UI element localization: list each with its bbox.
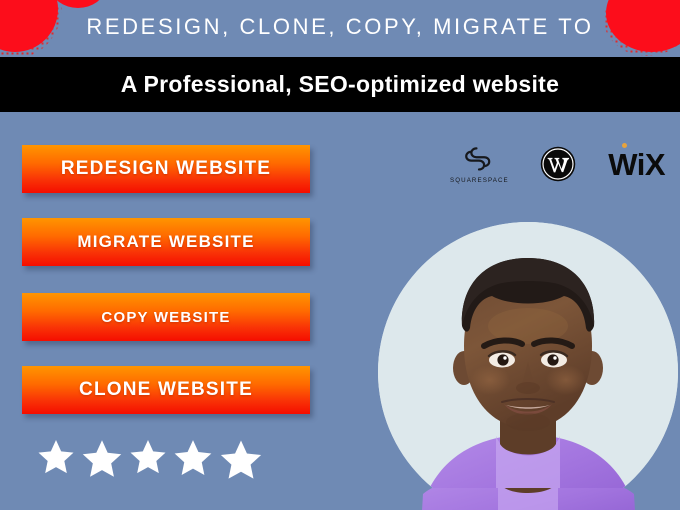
wordpress-glyph xyxy=(541,146,576,182)
star-icon xyxy=(82,440,122,477)
gig-thumbnail-canvas: REDESIGN, CLONE, COPY, MIGRATE TO A Prof… xyxy=(0,0,680,510)
wix-logo: WiX xyxy=(608,149,665,180)
wix-logo-text: WiX xyxy=(608,146,665,182)
star-icon xyxy=(38,440,74,474)
headline: REDESIGN, CLONE, COPY, MIGRATE TO xyxy=(86,14,594,39)
portrait-clip xyxy=(378,222,678,510)
portrait-shoulders-overflow xyxy=(422,488,635,510)
squarespace-glyph xyxy=(465,147,491,171)
star-icon xyxy=(174,440,212,475)
wordpress-logo xyxy=(540,146,576,182)
star-rating xyxy=(36,437,264,483)
portrait-illustration xyxy=(378,222,678,510)
platform-logos: SQUARESPACE WiX xyxy=(450,136,665,192)
redesign-website-button[interactable]: REDESIGN WEBSITE xyxy=(22,145,310,193)
wix-logo-dot xyxy=(622,143,627,148)
squarespace-logo: SQUARESPACE xyxy=(450,144,509,184)
squarespace-logo-label: SQUARESPACE xyxy=(450,177,509,184)
copy-website-button[interactable]: COPY WEBSITE xyxy=(22,293,310,341)
star-icon xyxy=(220,440,262,479)
migrate-website-button[interactable]: MIGRATE WEBSITE xyxy=(22,218,310,266)
profile-photo xyxy=(378,222,678,510)
subtitle-band: A Professional, SEO-optimized website xyxy=(0,57,680,112)
clone-website-button[interactable]: CLONE WEBSITE xyxy=(22,366,310,414)
star-icon xyxy=(130,440,166,474)
subtitle-text: A Professional, SEO-optimized website xyxy=(120,71,560,97)
